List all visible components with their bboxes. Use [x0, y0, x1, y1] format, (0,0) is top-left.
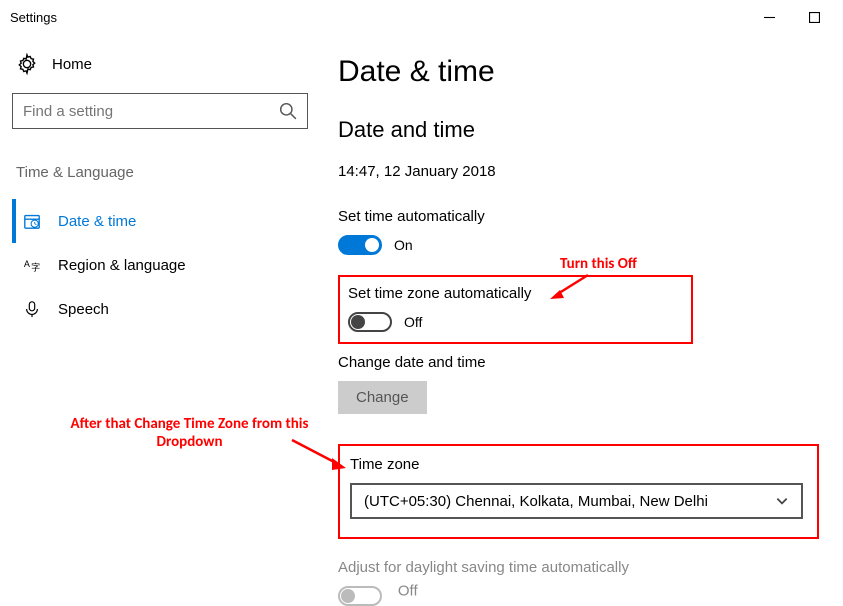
- maximize-button[interactable]: [792, 2, 837, 34]
- set-zone-auto-toggle[interactable]: [348, 312, 392, 332]
- title-bar: Settings: [0, 0, 843, 35]
- daylight-label: Adjust for daylight saving time automati…: [338, 559, 819, 576]
- sidebar-item-label: Region & language: [58, 257, 186, 274]
- language-icon: A字: [22, 255, 42, 275]
- annotation-arrow-2: [290, 438, 350, 473]
- home-button[interactable]: Home: [16, 53, 308, 75]
- minimize-button[interactable]: [747, 2, 792, 34]
- main-content: Date & time Date and time 14:47, 12 Janu…: [320, 35, 843, 606]
- svg-text:A: A: [24, 259, 30, 269]
- window-controls: [747, 2, 837, 34]
- change-button[interactable]: Change: [338, 381, 427, 414]
- home-label: Home: [52, 56, 92, 73]
- time-zone-label: Time zone: [350, 456, 803, 473]
- sidebar: Home Time & Language Date & time A字 Regi…: [0, 35, 320, 606]
- set-time-auto-label: Set time automatically: [338, 208, 819, 225]
- time-zone-dropdown[interactable]: (UTC+05:30) Chennai, Kolkata, Mumbai, Ne…: [350, 483, 803, 519]
- gear-icon: [16, 53, 38, 75]
- sidebar-item-region-language[interactable]: A字 Region & language: [12, 243, 308, 287]
- search-icon: [279, 102, 297, 120]
- sidebar-item-date-time[interactable]: Date & time: [12, 199, 308, 243]
- current-datetime: 14:47, 12 January 2018: [338, 163, 819, 180]
- daylight-toggle: [338, 586, 382, 606]
- set-zone-auto-state: Off: [404, 314, 422, 330]
- annotation-box-1: Set time zone automatically Off: [338, 275, 693, 344]
- search-input[interactable]: [12, 93, 308, 129]
- sidebar-item-label: Date & time: [58, 213, 136, 230]
- set-time-auto-state: On: [394, 237, 413, 253]
- annotation-text-1: Turn this Off: [560, 255, 637, 273]
- annotation-text-2: After that Change Time Zone from this Dr…: [52, 415, 327, 451]
- date-time-icon: [22, 211, 42, 231]
- change-date-time-label: Change date and time: [338, 354, 819, 371]
- svg-text:字: 字: [31, 261, 40, 272]
- sidebar-category: Time & Language: [16, 164, 308, 181]
- page-title: Date & time: [338, 55, 819, 89]
- sidebar-item-label: Speech: [58, 301, 109, 318]
- time-zone-value: (UTC+05:30) Chennai, Kolkata, Mumbai, Ne…: [364, 493, 708, 510]
- search-field[interactable]: [23, 103, 279, 120]
- set-zone-auto-label: Set time zone automatically: [348, 285, 531, 302]
- chevron-down-icon: [775, 494, 789, 508]
- daylight-state: Off: [398, 583, 418, 600]
- minimize-icon: [764, 12, 775, 23]
- sidebar-item-speech[interactable]: Speech: [12, 287, 308, 331]
- annotation-box-2: Time zone (UTC+05:30) Chennai, Kolkata, …: [338, 444, 819, 539]
- window-title: Settings: [10, 10, 57, 25]
- set-time-auto-toggle[interactable]: [338, 235, 382, 255]
- microphone-icon: [22, 299, 42, 319]
- annotation-arrow-1: [550, 273, 590, 303]
- section-heading: Date and time: [338, 117, 819, 143]
- maximize-icon: [809, 12, 820, 23]
